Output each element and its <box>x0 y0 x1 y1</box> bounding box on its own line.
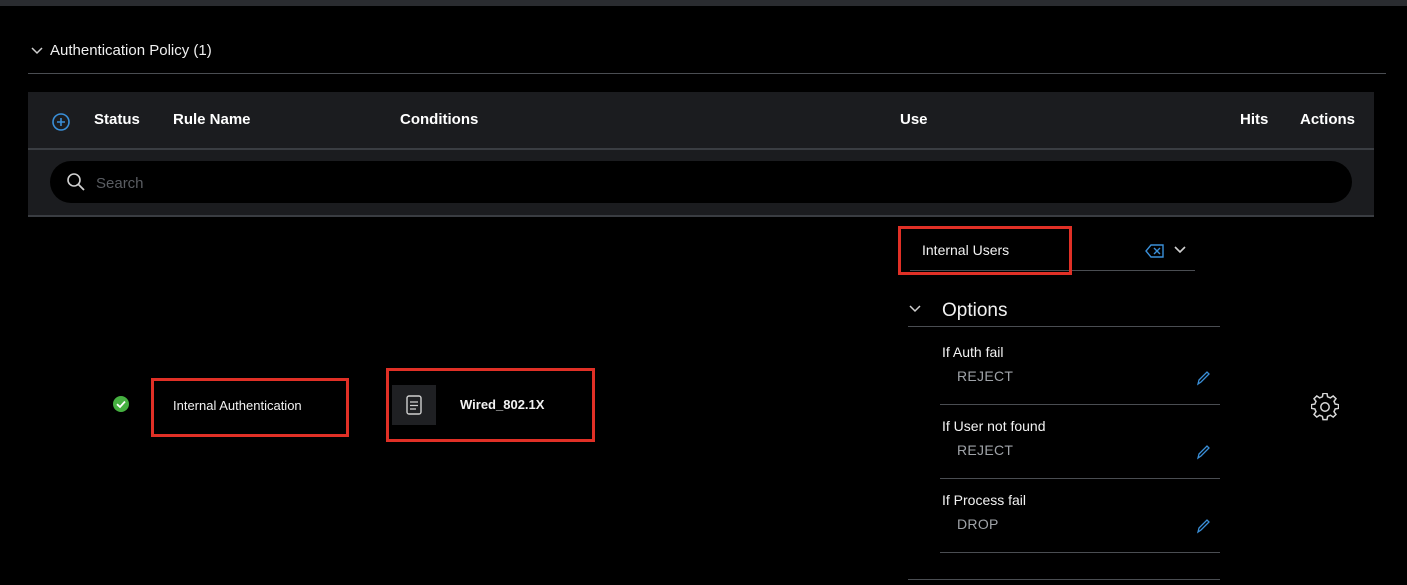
pencil-icon[interactable] <box>1196 518 1210 534</box>
section-header[interactable]: Authentication Policy (1) <box>30 42 212 59</box>
header-hits[interactable]: Hits <box>1240 111 1268 128</box>
clear-icon[interactable] <box>1145 244 1165 258</box>
divider <box>908 579 1220 580</box>
rule-name[interactable]: Internal Authentication <box>173 398 302 413</box>
option-value: REJECT <box>957 368 1014 384</box>
header-actions[interactable]: Actions <box>1300 111 1355 128</box>
option-label: If User not found <box>942 418 1046 434</box>
search-band <box>28 150 1374 217</box>
highlight-use <box>898 226 1072 275</box>
search-box <box>50 161 1352 203</box>
pencil-icon[interactable] <box>1196 444 1210 460</box>
search-icon <box>67 173 85 191</box>
chevron-down-icon[interactable] <box>1173 244 1187 256</box>
option-label: If Auth fail <box>942 344 1004 360</box>
option-label: If Process fail <box>942 492 1027 508</box>
option-value: REJECT <box>957 442 1014 458</box>
header-status[interactable]: Status <box>94 111 140 128</box>
options-header[interactable]: Options <box>908 300 1220 327</box>
top-strip <box>0 0 1407 6</box>
condition-chip[interactable] <box>392 385 436 425</box>
condition-label[interactable]: Wired_802.1X <box>460 397 544 412</box>
option-value: DROP <box>957 516 999 532</box>
section-title: Authentication Policy (1) <box>50 42 212 59</box>
options-title: Options <box>942 300 1008 321</box>
divider <box>28 73 1386 74</box>
chevron-down-icon <box>31 46 43 54</box>
document-icon <box>406 395 422 415</box>
option-user-not-found: If User not found REJECT <box>940 414 1220 479</box>
check-circle-icon <box>113 396 129 412</box>
option-process-fail: If Process fail DROP <box>940 488 1220 553</box>
plus-circle-icon[interactable] <box>51 112 71 132</box>
header-conditions[interactable]: Conditions <box>400 111 478 128</box>
search-input[interactable] <box>94 170 1298 196</box>
pencil-icon[interactable] <box>1196 370 1210 386</box>
table-header: Status Rule Name Conditions Use Hits Act… <box>28 92 1374 150</box>
header-use[interactable]: Use <box>900 111 928 128</box>
chevron-down-icon <box>909 305 921 313</box>
gear-icon[interactable] <box>1311 393 1339 421</box>
option-auth-fail: If Auth fail REJECT <box>940 340 1220 405</box>
header-rule-name[interactable]: Rule Name <box>173 111 251 128</box>
